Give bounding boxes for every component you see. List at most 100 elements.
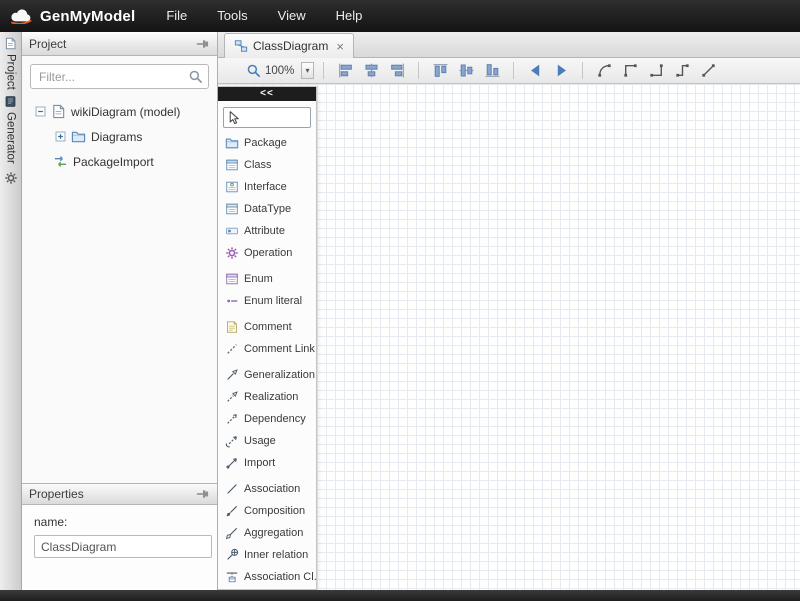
align-left-button[interactable] <box>333 60 357 81</box>
left-panel-area: Project wikiDiagram (model) Diagrams <box>22 32 218 590</box>
palette-item-comment[interactable]: Comment <box>218 316 316 338</box>
link-curved-button[interactable] <box>592 60 616 81</box>
cursor-icon <box>226 110 241 125</box>
palette-item-label: Dependency <box>244 413 306 425</box>
name-field[interactable] <box>34 535 212 558</box>
package-import-icon <box>53 154 68 169</box>
palette-item-package[interactable]: Package <box>218 132 316 154</box>
align-middle-button[interactable] <box>454 60 478 81</box>
align-right-button[interactable] <box>385 60 409 81</box>
link-straight-icon <box>700 62 717 79</box>
palette-item-datatype[interactable]: DataType <box>218 198 316 220</box>
tree-row-diagrams[interactable]: Diagrams <box>22 124 217 149</box>
arrow-left-button[interactable] <box>523 60 547 81</box>
properties-form: name: <box>22 505 217 558</box>
operation-icon <box>225 246 239 260</box>
zoom-dropdown-button[interactable]: ▾ <box>301 62 314 79</box>
palette-item-label: Realization <box>244 391 298 403</box>
palette-item-label: Enum literal <box>244 295 302 307</box>
tab-bar: ClassDiagram × <box>218 32 800 58</box>
palette-item-dependency[interactable]: Dependency <box>218 408 316 430</box>
toolbar-separator <box>513 62 514 79</box>
pin-icon[interactable] <box>196 37 210 51</box>
tab-label: ClassDiagram <box>253 39 328 53</box>
inner-relation-icon <box>225 548 239 562</box>
align-bottom-button[interactable] <box>480 60 504 81</box>
association-icon <box>225 482 239 496</box>
palette-item-realization[interactable]: Realization <box>218 386 316 408</box>
menu-file[interactable]: File <box>151 0 202 32</box>
link-elbow-vertical-icon <box>622 62 639 79</box>
palette-item-inner-relation[interactable]: Inner relation <box>218 544 316 566</box>
link-step-button[interactable] <box>670 60 694 81</box>
interface-icon <box>225 180 239 194</box>
palette-item-label: Inner relation <box>244 549 308 561</box>
project-panel: Project wikiDiagram (model) Diagrams <box>22 32 217 483</box>
dependency-icon <box>225 412 239 426</box>
pin-icon[interactable] <box>196 487 210 501</box>
palette-item-aggregation[interactable]: Aggregation <box>218 522 316 544</box>
association-class-icon <box>225 570 239 584</box>
name-field-label: name: <box>34 515 209 529</box>
palette-item-attribute[interactable]: Attribute <box>218 220 316 242</box>
project-tab-icon <box>4 37 17 50</box>
editor-area: ClassDiagram × 100% ▾ <box>218 32 800 590</box>
palette-item-composition[interactable]: Composition <box>218 500 316 522</box>
palette-item-usage[interactable]: Usage <box>218 430 316 452</box>
palette-item-comment-link[interactable]: Comment Link <box>218 338 316 360</box>
toolbar-separator <box>418 62 419 79</box>
selection-tool[interactable] <box>223 107 311 128</box>
toolbar-separator <box>323 62 324 79</box>
comment-link-icon <box>225 342 239 356</box>
tree-row-wikidiagram[interactable]: wikiDiagram (model) <box>22 99 217 124</box>
palette-item-operation[interactable]: Operation <box>218 242 316 264</box>
sidebar-tab-generator-label: Generator <box>5 112 17 164</box>
palette-item-interface[interactable]: Interface <box>218 176 316 198</box>
collapse-toggle-icon[interactable] <box>35 106 46 117</box>
filter-input[interactable] <box>30 64 209 89</box>
palette-item-class[interactable]: Class <box>218 154 316 176</box>
properties-panel: Properties name: <box>22 483 217 590</box>
palette-item-association-class[interactable]: Association Cl... <box>218 566 316 588</box>
palette-item-label: Generalization <box>244 369 315 381</box>
zoom-control[interactable]: 100% ▾ <box>246 62 314 79</box>
tree-row-packageimport[interactable]: PackageImport <box>22 149 217 174</box>
palette-item-generalization[interactable]: Generalization <box>218 364 316 386</box>
menu-view[interactable]: View <box>263 0 321 32</box>
link-elbow-horizontal-button[interactable] <box>644 60 668 81</box>
usage-icon <box>225 434 239 448</box>
palette-item-label: Comment Link <box>244 343 315 355</box>
palette-item-label: Usage <box>244 435 276 447</box>
close-icon[interactable]: × <box>336 40 344 53</box>
menu-help[interactable]: Help <box>321 0 378 32</box>
align-center-icon <box>363 62 380 79</box>
link-elbow-vertical-button[interactable] <box>618 60 642 81</box>
align-center-button[interactable] <box>359 60 383 81</box>
align-top-button[interactable] <box>428 60 452 81</box>
arrow-right-button[interactable] <box>549 60 573 81</box>
sidebar-tab-generator[interactable]: Generator <box>4 95 17 164</box>
link-straight-button[interactable] <box>696 60 720 81</box>
palette-item-import[interactable]: Import <box>218 452 316 474</box>
diagram-canvas[interactable]: << Package Class Interface DataType Attr… <box>218 84 800 590</box>
tree-node-label: Diagrams <box>91 130 142 144</box>
toolbar-separator <box>582 62 583 79</box>
palette-item-association[interactable]: Association <box>218 478 316 500</box>
expand-toggle-icon[interactable] <box>55 131 66 142</box>
tab-classdiagram[interactable]: ClassDiagram × <box>224 33 354 58</box>
palette-item-label: Interface <box>244 181 287 193</box>
palette-item-enum[interactable]: Enum <box>218 268 316 290</box>
composition-icon <box>225 504 239 518</box>
palette-item-label: Attribute <box>244 225 285 237</box>
palette: << Package Class Interface DataType Attr… <box>218 86 317 590</box>
palette-item-enum-literal[interactable]: Enum literal <box>218 290 316 312</box>
gear-icon[interactable] <box>4 171 18 185</box>
palette-item-label: Import <box>244 457 275 469</box>
palette-collapse-button[interactable]: << <box>218 87 316 101</box>
enum-icon <box>225 272 239 286</box>
palette-item-label: Operation <box>244 247 292 259</box>
attribute-icon <box>225 224 239 238</box>
menu-tools[interactable]: Tools <box>202 0 262 32</box>
sidebar-tab-project[interactable]: Project <box>4 37 17 90</box>
palette-item-label: Class <box>244 159 272 171</box>
